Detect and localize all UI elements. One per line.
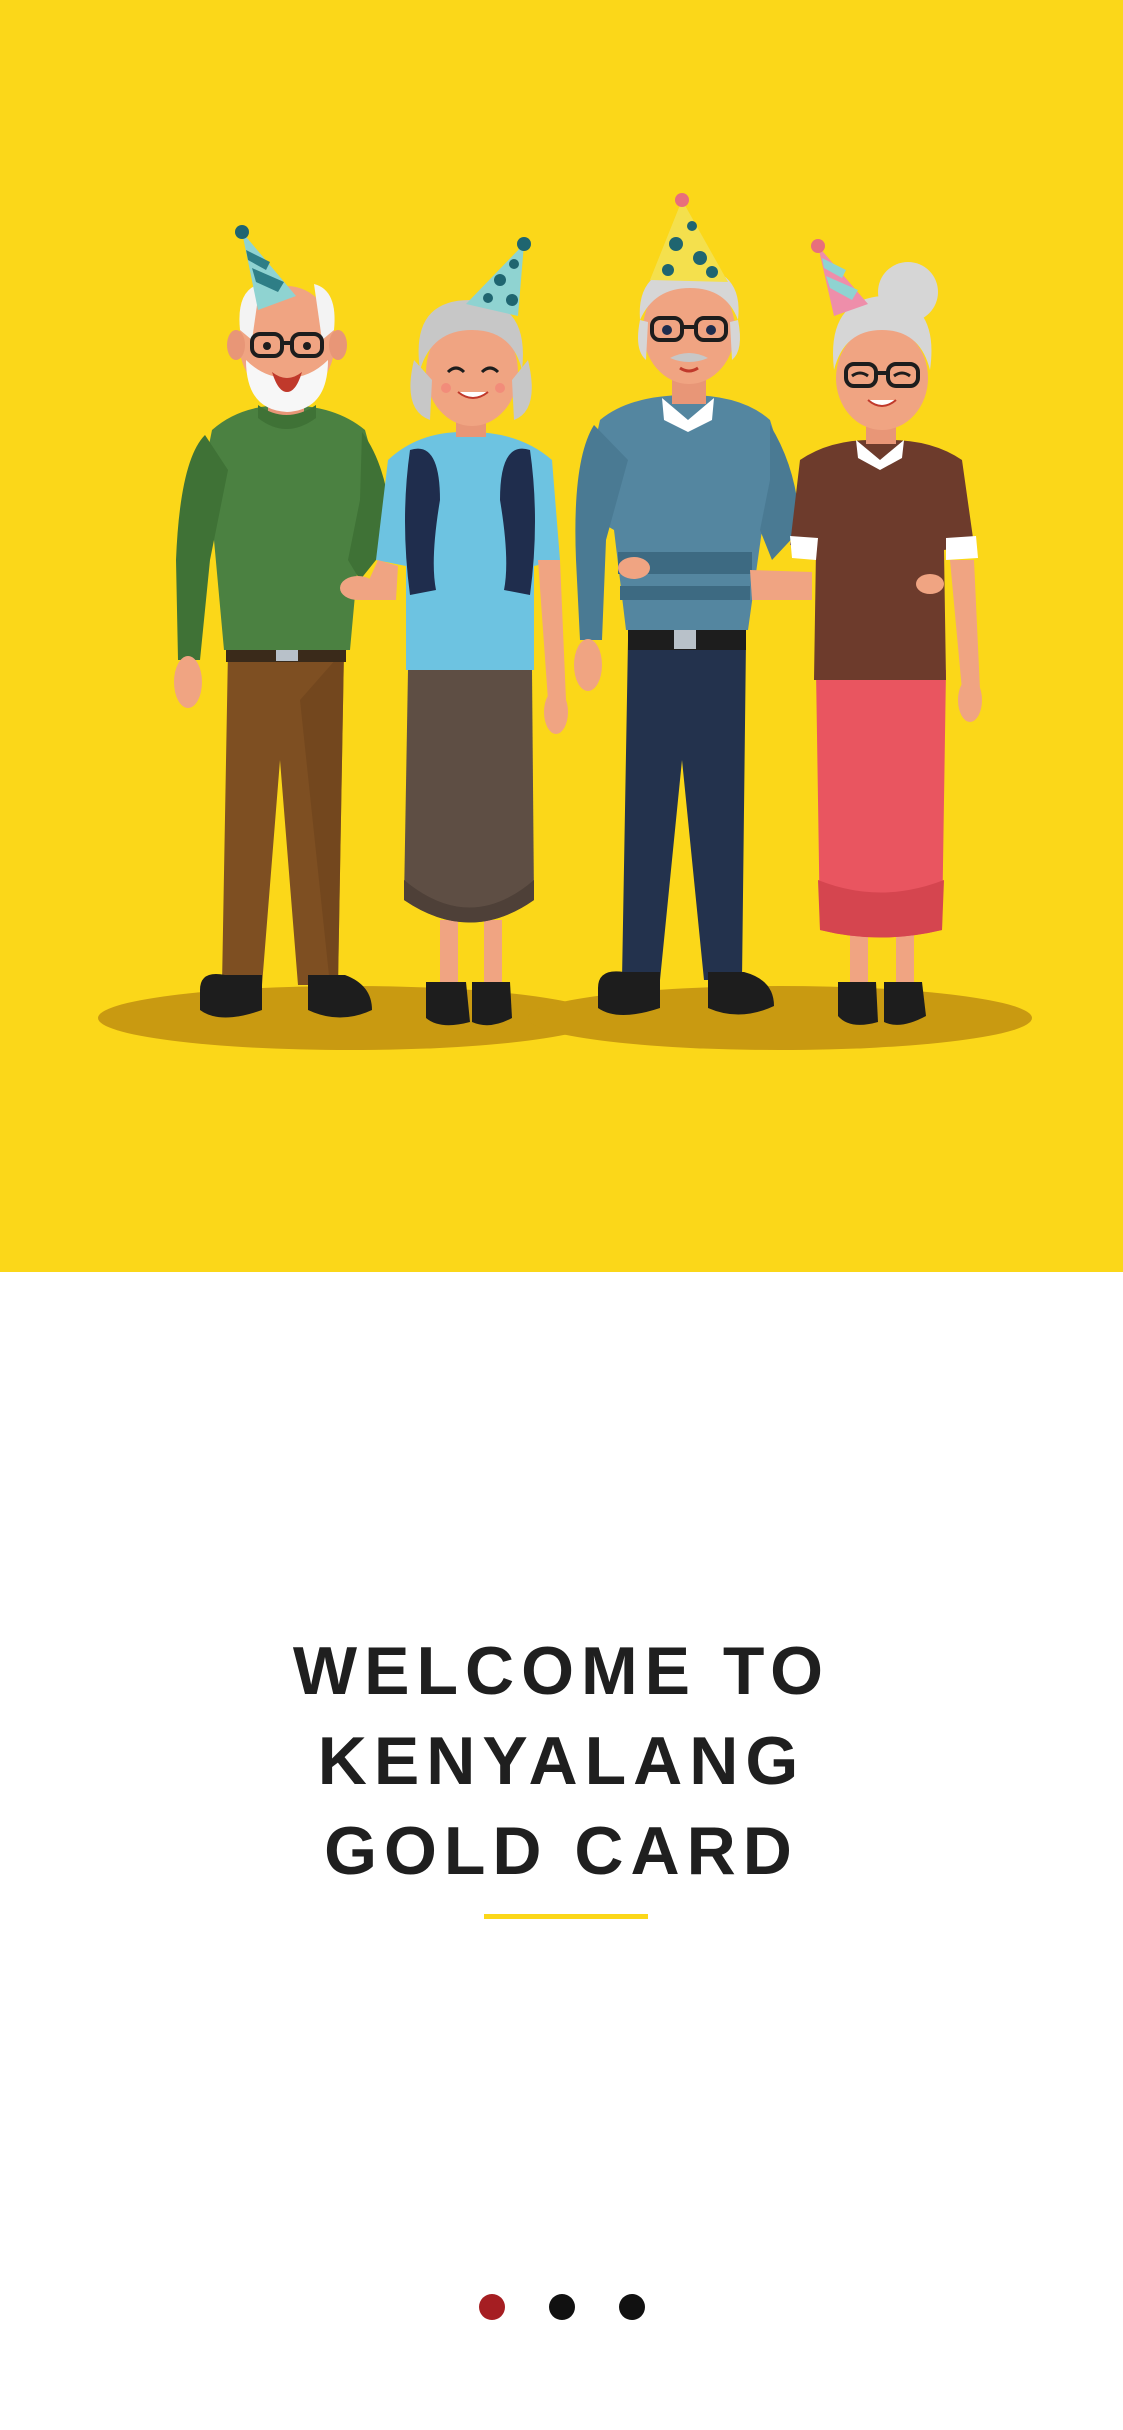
onboarding-screen: WELCOME TO KENYALANG GOLD CARD [0, 0, 1123, 2430]
page-indicator-dot-3[interactable] [618, 2294, 645, 2320]
page-indicator-dot-2[interactable] [548, 2294, 575, 2320]
person-man-green-sweater [174, 225, 392, 1018]
page-indicator [0, 2294, 1123, 2320]
welcome-title-line-3: GOLD CARD [324, 1812, 799, 1889]
title-divider [484, 1914, 648, 1919]
person-woman-blue-top [360, 237, 568, 1026]
welcome-title: WELCOME TO KENYALANG GOLD CARD [150, 1626, 973, 1896]
page-indicator-dot-1[interactable] [478, 2294, 505, 2320]
welcome-title-line-2: KENYALANG [317, 1722, 806, 1799]
elderly-group-party-hats-illustration [98, 193, 1032, 1050]
welcome-title-line-1: WELCOME TO [292, 1632, 831, 1709]
person-man-teal-sweater [574, 193, 800, 1015]
hero-illustration-panel [0, 0, 1123, 1272]
person-woman-pink-skirt [750, 239, 982, 1025]
